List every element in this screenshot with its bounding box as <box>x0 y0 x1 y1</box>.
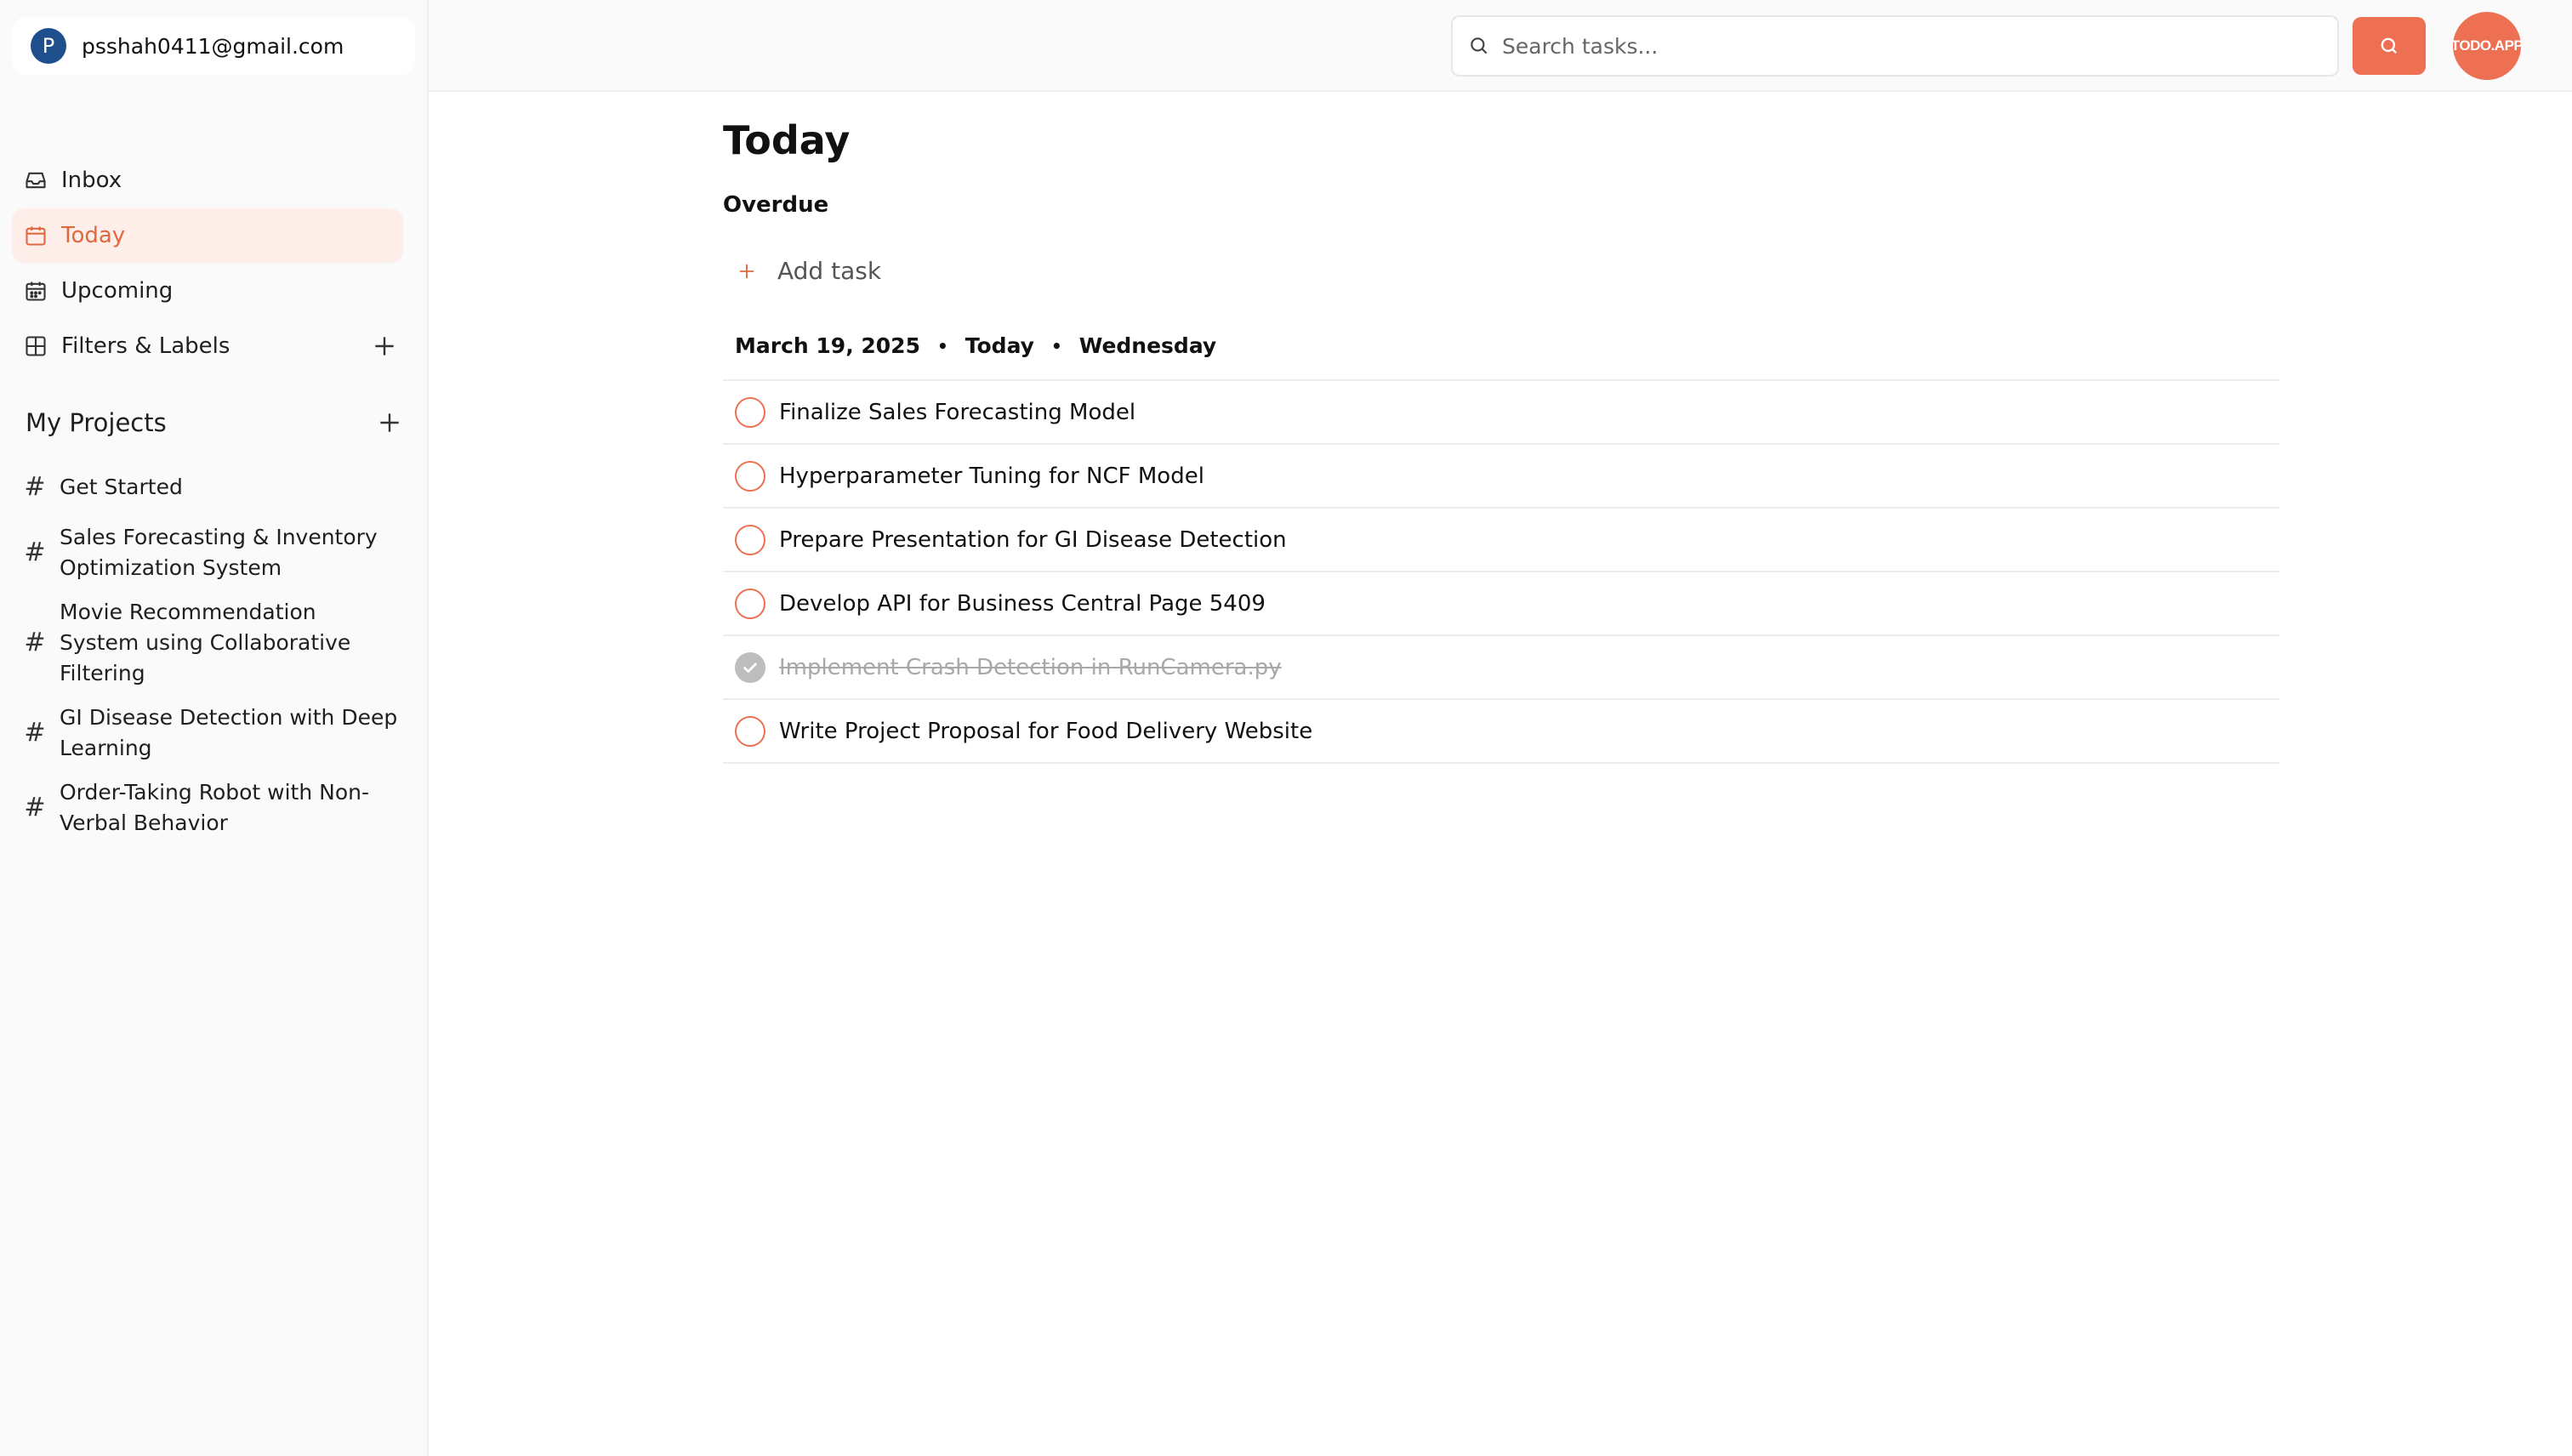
project-item[interactable]: # GI Disease Detection with Deep Learnin… <box>12 702 403 764</box>
search-button[interactable] <box>2353 17 2426 75</box>
task-label: Write Project Proposal for Food Delivery… <box>779 718 1313 744</box>
project-label: GI Disease Detection with Deep Learning <box>60 705 398 760</box>
sidebar-item-label: Today <box>61 223 126 248</box>
sidebar-item-filters-labels[interactable]: Filters & Labels <box>12 319 403 373</box>
date-section-header: March 19, 2025 • Today • Wednesday <box>735 333 1216 358</box>
sidebar-item-today[interactable]: Today <box>12 208 403 263</box>
project-label: Get Started <box>60 475 183 499</box>
project-item[interactable]: # Get Started <box>12 466 403 509</box>
search-icon <box>1468 35 1490 57</box>
weekday-label: Wednesday <box>1078 333 1217 358</box>
task-list: Finalize Sales Forecasting Model Hyperpa… <box>723 381 2279 764</box>
sidebar-item-label: Upcoming <box>61 278 174 304</box>
sidebar-item-upcoming[interactable]: Upcoming <box>12 264 403 318</box>
task-checkbox[interactable] <box>735 460 765 492</box>
task-row[interactable]: Finalize Sales Forecasting Model <box>723 381 2279 445</box>
brand-logo[interactable]: TODO.APP <box>2451 12 2524 80</box>
add-task-label: Add task <box>777 257 882 285</box>
hash-icon: # <box>24 472 46 502</box>
task-row[interactable]: Hyperparameter Tuning for NCF Model <box>723 445 2279 509</box>
calendar-today-icon <box>24 224 48 247</box>
task-row[interactable]: Prepare Presentation for GI Disease Dete… <box>723 509 2279 572</box>
projects-title: My Projects <box>26 408 167 437</box>
account-email: psshah0411@gmail.com <box>82 33 344 59</box>
sidebar-item-label: Inbox <box>61 168 122 193</box>
task-row[interactable]: Develop API for Business Central Page 54… <box>723 572 2279 636</box>
task-label: Hyperparameter Tuning for NCF Model <box>779 463 1204 489</box>
task-label: Prepare Presentation for GI Disease Dete… <box>779 526 1287 553</box>
project-item[interactable]: # Order-Taking Robot with Non-Verbal Beh… <box>12 777 403 839</box>
project-label: Order-Taking Robot with Non-Verbal Behav… <box>60 780 370 835</box>
task-checkbox[interactable] <box>735 588 765 619</box>
separator-dot: • <box>1050 335 1062 356</box>
task-label: Develop API for Business Central Page 54… <box>779 590 1266 617</box>
avatar: P <box>31 28 66 64</box>
task-label: Finalize Sales Forecasting Model <box>779 399 1136 425</box>
add-task-button[interactable]: Add task <box>735 257 881 285</box>
project-item[interactable]: # Sales Forecasting & Inventory Optimiza… <box>12 522 403 583</box>
task-row-completed[interactable]: Implement Crash Detection in RunCamera.p… <box>723 636 2279 700</box>
project-label: Movie Recommendation System using Collab… <box>60 600 351 685</box>
hash-icon: # <box>24 718 46 748</box>
task-checkbox[interactable] <box>735 396 765 428</box>
task-checkbox[interactable] <box>735 715 765 747</box>
sidebar-item-label: Filters & Labels <box>61 333 230 359</box>
date-label: March 19, 2025 <box>735 333 920 358</box>
hash-icon: # <box>24 628 46 657</box>
grid-icon <box>24 334 48 358</box>
projects-header: My Projects <box>26 408 403 437</box>
separator-dot: • <box>936 335 948 356</box>
main-nav: Inbox Today Upcoming Filters & Labels <box>12 153 403 374</box>
checkmark-icon <box>743 663 757 673</box>
project-item[interactable]: # Movie Recommendation System using Coll… <box>12 597 403 689</box>
task-row[interactable]: Write Project Proposal for Food Delivery… <box>723 700 2279 764</box>
add-filter-button[interactable] <box>371 333 398 360</box>
plus-icon <box>735 259 759 283</box>
hash-icon: # <box>24 537 46 567</box>
task-label: Implement Crash Detection in RunCamera.p… <box>779 654 1282 680</box>
overdue-section-title: Overdue <box>723 192 829 218</box>
calendar-icon <box>24 279 48 303</box>
search-icon <box>2377 34 2401 58</box>
task-checkbox[interactable] <box>735 524 765 555</box>
add-project-button[interactable] <box>376 409 403 436</box>
hash-icon: # <box>24 793 46 822</box>
task-checkbox-checked[interactable] <box>735 651 765 683</box>
project-list: # Get Started # Sales Forecasting & Inve… <box>12 466 403 852</box>
project-label: Sales Forecasting & Inventory Optimizati… <box>60 525 378 580</box>
search-box[interactable] <box>1451 15 2339 77</box>
sidebar: P psshah0411@gmail.com Inbox Today Upcom… <box>0 0 429 1456</box>
account-switcher[interactable]: P psshah0411@gmail.com <box>12 17 415 75</box>
page-title: Today <box>723 117 851 163</box>
relative-day-label: Today <box>964 333 1034 358</box>
search-input[interactable] <box>1502 33 2268 59</box>
inbox-icon <box>24 168 48 192</box>
sidebar-item-inbox[interactable]: Inbox <box>12 153 403 208</box>
